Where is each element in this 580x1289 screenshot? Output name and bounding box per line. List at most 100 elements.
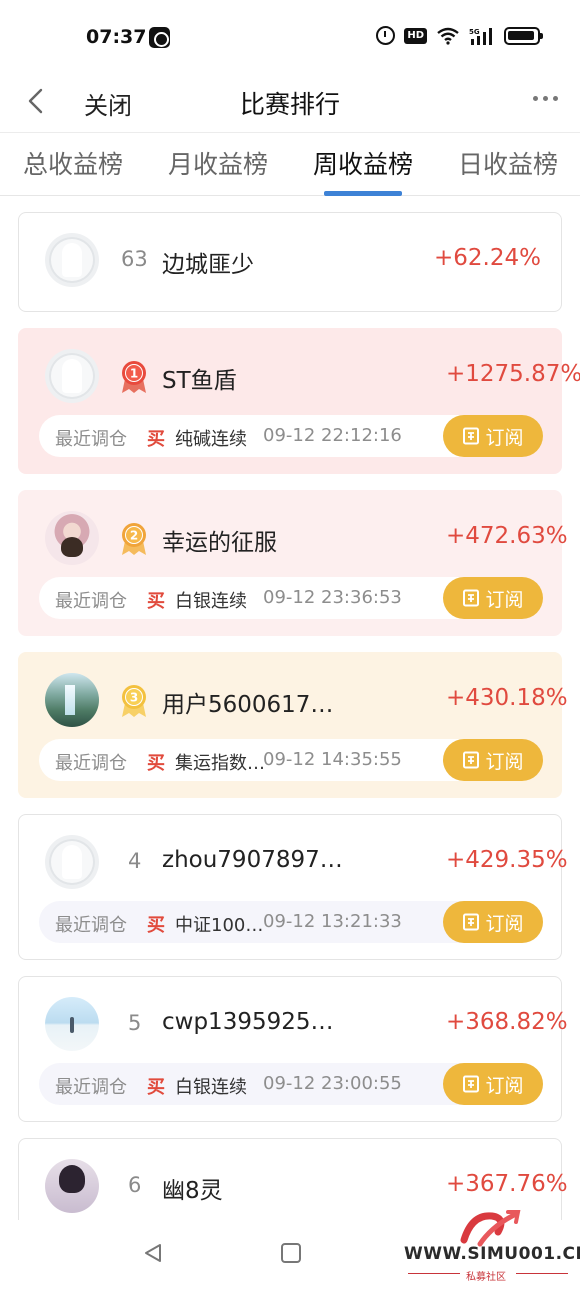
trade-time: 09-12 13:21:33 xyxy=(263,911,402,932)
subscribe-button[interactable]: 订阅 xyxy=(443,415,543,457)
watermark-text: WWW.SIMU001.CN xyxy=(404,1244,580,1264)
buy-tag: 买 xyxy=(147,429,165,450)
subscribe-label: 订阅 xyxy=(485,1074,524,1097)
watermark-line xyxy=(516,1273,568,1274)
avatar xyxy=(45,233,99,287)
gold-medal-icon: 3 xyxy=(122,685,146,717)
svg-text:2: 2 xyxy=(130,529,138,543)
trader-name: 幸运的征服 xyxy=(162,530,277,556)
subscribe-button[interactable]: 订阅 xyxy=(443,577,543,619)
return-percent: +430.18% xyxy=(446,685,568,711)
svg-text:1: 1 xyxy=(130,367,138,381)
tab-daily-return[interactable]: 日收益榜 xyxy=(458,145,558,181)
wifi-icon xyxy=(437,27,459,45)
subscribe-button[interactable]: 订阅 xyxy=(443,901,543,943)
subscribe-icon xyxy=(463,1075,480,1093)
product-name: 集运指数… xyxy=(175,753,265,774)
avatar xyxy=(45,835,99,889)
trade-time: 09-12 14:35:55 xyxy=(263,749,402,770)
trader-name: 用户5600617… xyxy=(162,692,334,718)
product-name: 白银连续 xyxy=(175,591,247,612)
return-percent: +62.24% xyxy=(434,245,541,271)
nav-bar: 关闭 比赛排行 xyxy=(0,72,580,132)
subscribe-label: 订阅 xyxy=(485,912,524,935)
ranking-card[interactable]: 4 zhou7907897… +429.35% 最近调仓 买 中证100… 09… xyxy=(18,814,568,960)
subscribe-icon xyxy=(463,751,480,769)
rank-number: 6 xyxy=(128,1173,142,1197)
buy-tag: 买 xyxy=(147,753,165,774)
avatar xyxy=(45,997,99,1051)
watermark: WWW.SIMU001.CN 私募社区 xyxy=(400,1208,580,1288)
buy-tag: 买 xyxy=(147,1077,165,1098)
trade-time: 09-12 23:00:55 xyxy=(263,1073,402,1094)
status-time: 07:37 xyxy=(86,26,147,48)
trader-name: 边城匪少 xyxy=(162,252,254,278)
tab-total-return[interactable]: 总收益榜 xyxy=(23,145,123,181)
subscribe-icon xyxy=(463,913,480,931)
tab-weekly-return[interactable]: 周收益榜 xyxy=(313,145,413,181)
subscribe-label: 订阅 xyxy=(485,426,524,449)
avatar xyxy=(45,673,99,727)
trader-name: 幽8灵 xyxy=(162,1178,223,1204)
recent-label: 最近调仓 xyxy=(55,753,127,774)
more-icon[interactable] xyxy=(533,96,558,101)
trader-name: ST鱼盾 xyxy=(162,368,237,394)
svg-text:3: 3 xyxy=(130,691,138,705)
tab-monthly-return[interactable]: 月收益榜 xyxy=(168,145,268,181)
ranking-card[interactable]: 2 幸运的征服 +472.63% 最近调仓 买 白银连续 09-12 23:36… xyxy=(18,490,568,636)
recent-label: 最近调仓 xyxy=(55,1077,127,1098)
recent-label: 最近调仓 xyxy=(55,915,127,936)
orange-medal-icon: 2 xyxy=(122,523,146,555)
svg-text:5G: 5G xyxy=(469,28,480,36)
trader-name: cwp1395925… xyxy=(162,1009,334,1035)
watermark-subtitle: 私募社区 xyxy=(466,1272,506,1283)
recent-trade-bar: 最近调仓 买 集运指数… 09-12 14:35:55 订阅 xyxy=(39,739,543,781)
subscribe-label: 订阅 xyxy=(485,588,524,611)
subscribe-button[interactable]: 订阅 xyxy=(443,739,543,781)
buy-tag: 买 xyxy=(147,591,165,612)
trade-time: 09-12 23:36:53 xyxy=(263,587,402,608)
subscribe-icon xyxy=(463,589,480,607)
return-percent: +367.76% xyxy=(446,1171,568,1197)
subscribe-icon xyxy=(463,427,480,445)
alarm-icon xyxy=(376,26,396,45)
subscribe-button[interactable]: 订阅 xyxy=(443,1063,543,1105)
return-percent: +429.35% xyxy=(446,847,568,873)
app-notification-icon xyxy=(149,27,170,48)
trader-name: zhou7907897… xyxy=(162,847,343,873)
red-medal-icon: 1 xyxy=(122,361,146,393)
recent-trade-bar: 最近调仓 买 中证100… 09-12 13:21:33 订阅 xyxy=(39,901,543,943)
rank-number: 5 xyxy=(128,1011,142,1035)
avatar xyxy=(45,511,99,565)
status-icons: HD 5G xyxy=(376,26,543,45)
rank-number: 4 xyxy=(128,849,142,873)
buy-tag: 买 xyxy=(147,915,165,936)
signal-5g-icon: 5G xyxy=(469,27,492,45)
product-name: 白银连续 xyxy=(175,1077,247,1098)
ranking-card[interactable]: 5 cwp1395925… +368.82% 最近调仓 买 白银连续 09-12… xyxy=(18,976,568,1122)
battery-icon xyxy=(504,26,543,45)
hd-badge: HD xyxy=(404,27,427,44)
system-back-icon[interactable] xyxy=(142,1242,164,1264)
page-title: 比赛排行 xyxy=(239,90,340,119)
product-name: 中证100… xyxy=(175,915,264,936)
ranking-card[interactable]: 1 ST鱼盾 +1275.87% 最近调仓 买 纯碱连续 09-12 22:12… xyxy=(18,328,580,474)
product-name: 纯碱连续 xyxy=(175,429,247,450)
status-bar: 07:37 HD 5G xyxy=(0,0,580,72)
return-percent: +1275.87% xyxy=(446,361,580,387)
ranking-list: 63 边城匪少 +62.24% 1 ST鱼盾 +1275.87% 最近调仓 买 … xyxy=(0,196,580,1220)
recent-trade-bar: 最近调仓 买 白银连续 09-12 23:00:55 订阅 xyxy=(39,1063,543,1105)
avatar xyxy=(45,1159,99,1213)
recent-trade-bar: 最近调仓 买 白银连续 09-12 23:36:53 订阅 xyxy=(39,577,543,619)
rank-number: 63 xyxy=(121,247,148,271)
avatar xyxy=(45,349,99,403)
trade-time: 09-12 22:12:16 xyxy=(263,425,402,446)
system-home-icon[interactable] xyxy=(281,1243,301,1263)
return-percent: +472.63% xyxy=(446,523,568,549)
ranking-card[interactable]: 3 用户5600617… +430.18% 最近调仓 买 集运指数… 09-12… xyxy=(18,652,568,798)
watermark-logo-icon xyxy=(460,1210,521,1247)
recent-label: 最近调仓 xyxy=(55,591,127,612)
return-percent: +368.82% xyxy=(446,1009,568,1035)
my-rank-card[interactable]: 63 边城匪少 +62.24% xyxy=(18,212,562,312)
subscribe-label: 订阅 xyxy=(485,750,524,773)
